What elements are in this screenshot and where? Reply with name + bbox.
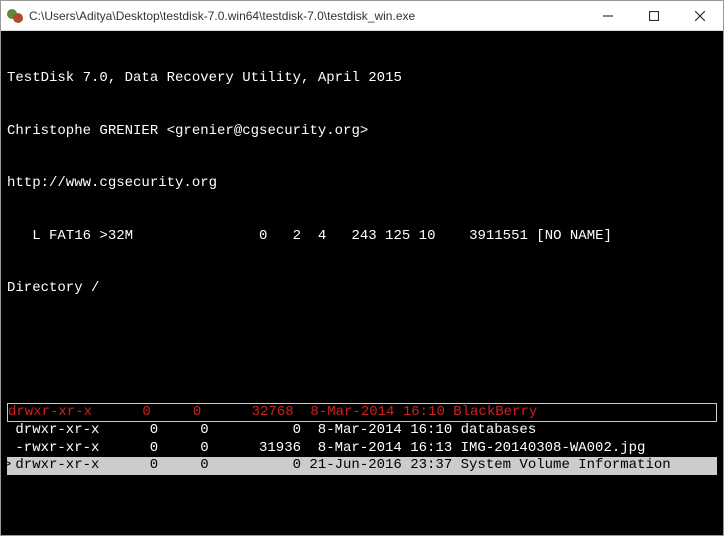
file-perm: drwxr-xr-x <box>15 457 107 475</box>
file-date: 21-Jun-2016 23:37 <box>301 457 452 475</box>
file-uid: 0 <box>100 404 150 422</box>
file-name: databases <box>452 422 717 440</box>
file-size: 0 <box>209 422 301 440</box>
file-size: 31936 <box>209 440 301 458</box>
app-icon <box>7 8 23 24</box>
file-uid: 0 <box>108 422 158 440</box>
file-perm: drwxr-xr-x <box>8 404 100 422</box>
file-row[interactable]: drwxr-xr-x00021-Jun-2016 23:37System Vol… <box>7 457 717 475</box>
app-window: C:\Users\Aditya\Desktop\testdisk-7.0.win… <box>0 0 724 536</box>
minimize-button[interactable] <box>585 1 631 30</box>
file-gid: 0 <box>158 422 208 440</box>
file-name: BlackBerry <box>445 404 716 422</box>
file-name: IMG-20140308-WA002.jpg <box>452 440 717 458</box>
file-row[interactable]: -rwxr-xr-x0031936 8-Mar-2014 16:13IMG-20… <box>7 440 717 458</box>
file-name: System Volume Information <box>452 457 717 475</box>
file-date: 8-Mar-2014 16:10 <box>301 422 452 440</box>
file-gid: 0 <box>158 440 208 458</box>
blank-line <box>7 333 717 351</box>
partition-line: L FAT16 >32M 0 2 4 243 125 10 3911551 [N… <box>7 228 717 246</box>
close-button[interactable] <box>677 1 723 30</box>
spacer <box>7 527 717 535</box>
header-url: http://www.cgsecurity.org <box>7 175 717 193</box>
file-perm: -rwxr-xr-x <box>15 440 107 458</box>
file-row[interactable]: drwxr-xr-x000 8-Mar-2014 16:10databases <box>7 422 717 440</box>
window-title: C:\Users\Aditya\Desktop\testdisk-7.0.win… <box>29 9 585 23</box>
file-date: 8-Mar-2014 16:10 <box>294 404 445 422</box>
titlebar[interactable]: C:\Users\Aditya\Desktop\testdisk-7.0.win… <box>1 1 723 31</box>
file-gid: 0 <box>158 457 208 475</box>
file-size: 0 <box>209 457 301 475</box>
file-date: 8-Mar-2014 16:13 <box>301 440 452 458</box>
file-list: drwxr-xr-x0032768 8-Mar-2014 16:10BlackB… <box>7 403 717 475</box>
terminal[interactable]: TestDisk 7.0, Data Recovery Utility, Apr… <box>1 31 723 535</box>
header-product: TestDisk 7.0, Data Recovery Utility, Apr… <box>7 70 717 88</box>
file-row[interactable]: drwxr-xr-x0032768 8-Mar-2014 16:10BlackB… <box>7 403 717 423</box>
maximize-button[interactable] <box>631 1 677 30</box>
file-uid: 0 <box>108 440 158 458</box>
file-size: 32768 <box>201 404 293 422</box>
window-controls <box>585 1 723 30</box>
file-uid: 0 <box>108 457 158 475</box>
directory-label: Directory / <box>7 280 717 298</box>
file-perm: drwxr-xr-x <box>15 422 107 440</box>
header-author: Christophe GRENIER <grenier@cgsecurity.o… <box>7 123 717 141</box>
file-gid: 0 <box>151 404 201 422</box>
